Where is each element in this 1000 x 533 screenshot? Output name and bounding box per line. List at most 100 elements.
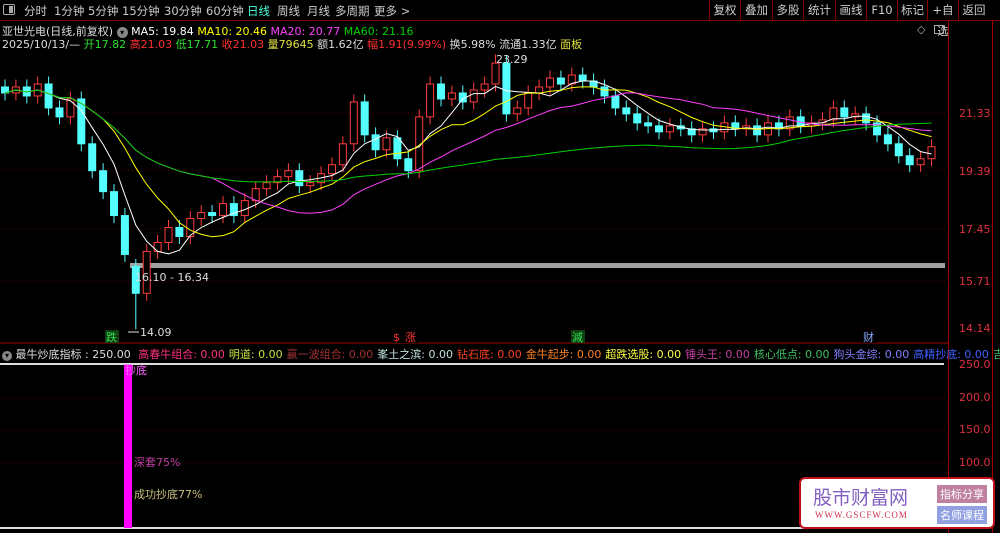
candle-body — [55, 107, 64, 118]
candle-body — [491, 62, 500, 85]
indicator-item: 高精抄底: 0.00 — [913, 348, 989, 361]
candle-body — [208, 212, 217, 217]
price-tick: 17.45 — [959, 223, 991, 236]
support-band — [130, 263, 945, 268]
candle-body — [284, 170, 293, 178]
candle-body — [644, 122, 653, 127]
candle-body — [665, 125, 674, 133]
candle-body — [110, 191, 118, 217]
candle-body — [66, 98, 75, 118]
candle-body — [600, 86, 609, 97]
price-tick: 15.71 — [959, 275, 991, 288]
candle-body — [120, 215, 129, 255]
watermark-tag-share: 指标分享 — [937, 485, 987, 503]
candle-body — [371, 134, 380, 151]
candle-body — [513, 107, 522, 115]
ma10-line — [4, 86, 932, 238]
candle-body — [219, 203, 227, 217]
price-tick: 14.14 — [959, 322, 991, 335]
candle-body — [611, 95, 620, 109]
candle-body — [916, 158, 925, 166]
candle-body — [480, 83, 489, 91]
candle-body — [44, 83, 53, 109]
candle-body — [829, 107, 838, 121]
candle-body — [404, 158, 413, 172]
candle-body — [295, 170, 304, 187]
indicator-item: 赢一波组合: 0.00 — [286, 348, 374, 361]
bottom-success-label: 成功抄底77% — [134, 487, 202, 501]
candle-body — [262, 182, 271, 190]
indicator-item: 狗头金综: 0.00 — [833, 348, 910, 361]
indicator-menu-icon[interactable]: ▾ — [2, 351, 12, 361]
price-tick: 19.39 — [959, 165, 991, 178]
indicator-item: 超跌选股: 0.00 — [605, 348, 682, 361]
range-label: 16.10 - 16.34 — [135, 271, 209, 284]
candle-body — [840, 107, 849, 118]
deep-trap-label: 深套75% — [134, 456, 180, 469]
candle-body — [894, 143, 903, 157]
candle-body — [153, 241, 162, 252]
high-label: 23.29 — [496, 53, 528, 66]
candle-body — [469, 89, 478, 103]
indicator-item: 吉祥低 — [992, 348, 1000, 361]
candle-body — [306, 182, 315, 187]
price-tick: 21.33 — [959, 107, 991, 120]
candle-body — [927, 146, 936, 160]
signal-marker: 涨 — [405, 331, 416, 344]
candle-body — [88, 143, 97, 172]
ma60-line — [4, 89, 932, 183]
candle-body — [524, 92, 533, 109]
indicator-item: 明道: 0.00 — [228, 348, 283, 361]
indicator-bar-label: 抄底 — [125, 363, 147, 377]
indicator-item: 金牛起步: 0.00 — [525, 348, 602, 361]
candle-body — [862, 113, 871, 124]
candle-body — [578, 74, 587, 82]
candle-body — [437, 83, 445, 100]
candle-body — [447, 92, 456, 100]
candle-body — [197, 212, 206, 220]
candlestick-chart[interactable]: 23.29 14.09 16.10 - 16.34 跌 $ 涨 減 财抄底深套75% 成功抄底7… — [0, 0, 948, 533]
indicator-item: 锤头王: 0.00 — [685, 348, 750, 361]
candle-body — [349, 101, 358, 145]
side-panel — [992, 21, 1000, 533]
indicator-tick: 150.0 — [959, 423, 991, 436]
candle-body — [99, 170, 108, 193]
signal-marker: 跌 — [106, 330, 117, 344]
candle-body — [502, 62, 511, 115]
candle-body — [382, 137, 391, 151]
candle-body — [556, 77, 565, 85]
candle-body — [338, 143, 347, 166]
toolbar-button[interactable]: 返回 — [958, 0, 989, 21]
candle-body — [535, 86, 544, 94]
signal-marker: 減 — [572, 330, 583, 344]
indicator-item: 核心低点: 0.00 — [753, 348, 830, 361]
candle-body — [633, 113, 642, 124]
indicator-tick: 200.0 — [959, 391, 991, 404]
indicator-legend: ▾ 最牛炒底指标 : 250.00 高春牛组合: 0.00 明道: 0.00 赢一波… — [2, 346, 1000, 362]
indicator-item: 高春牛组合: 0.00 — [138, 348, 225, 361]
watermark-tag-course: 名师课程 — [937, 506, 987, 524]
candle-body — [883, 134, 892, 145]
candle-body — [655, 125, 663, 133]
watermark-logo: 股市财富网 WWW.GSCFW.COM 指标分享 名师课程 — [799, 477, 995, 529]
indicator-tick: 100.0 — [959, 456, 991, 469]
price-axis: 21.33 19.39 17.45 15.71 14.14 250.0 200.0 150.0… — [948, 21, 992, 533]
candle-body — [360, 101, 369, 136]
watermark-url: WWW.GSCFW.COM — [815, 510, 908, 520]
indicator-title: 最牛炒底指标 : 250.00 — [15, 348, 131, 361]
indicator-item: 钻石底: 0.00 — [457, 348, 522, 361]
candle-body — [546, 77, 554, 88]
ma20-line — [4, 89, 932, 214]
low-label: 14.09 — [140, 326, 172, 339]
candle-body — [426, 83, 435, 118]
indicator-bar — [124, 364, 132, 528]
ma5-line — [4, 80, 932, 255]
watermark-name: 股市财富网 — [813, 487, 909, 509]
indicator-item: 峯土之滨: 0.00 — [377, 348, 454, 361]
candle-body — [164, 227, 173, 243]
signal-marker: 财 — [863, 330, 874, 344]
candle-body — [905, 155, 914, 166]
candle-body — [622, 107, 631, 115]
signal-marker: $ — [393, 331, 400, 344]
candle-body — [753, 125, 762, 136]
